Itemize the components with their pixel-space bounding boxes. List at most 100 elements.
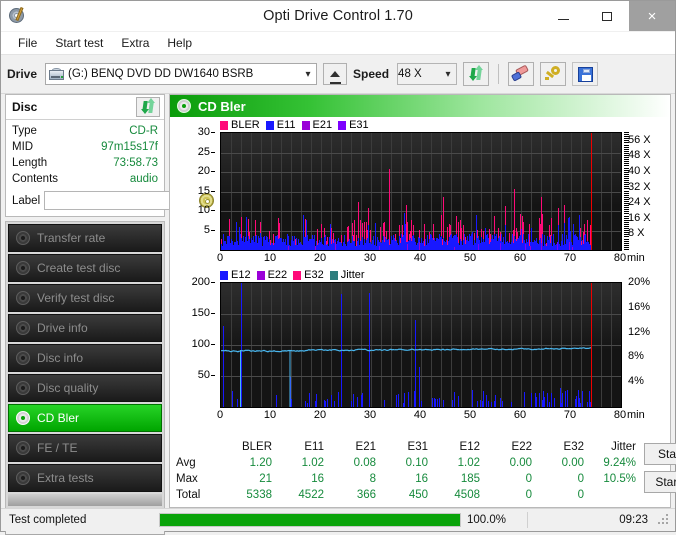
- disc-refresh-button[interactable]: [136, 97, 160, 117]
- disc-test-icon: [16, 351, 30, 365]
- sidebar-item-create-test-disc[interactable]: Create test disc: [8, 254, 162, 282]
- stats-table: BLER E11 E21 E31 E12 E22 E32 Jitter Avg …: [176, 439, 636, 503]
- disc-row-key: Length: [12, 157, 48, 169]
- y2-tick-label: 24 X: [628, 196, 651, 209]
- drive-select[interactable]: (G:) BENQ DVD DD DW1640 BSRB ▾: [45, 63, 318, 85]
- sidebar-item-label: Extra tests: [37, 471, 94, 485]
- save-icon: [577, 66, 593, 82]
- menu-extra[interactable]: Extra: [112, 34, 158, 52]
- y-tick-label: 15: [197, 184, 210, 197]
- content-title: CD Bler: [198, 98, 246, 114]
- toolbar-divider: [498, 64, 500, 84]
- speed-select-value: 48 X: [398, 68, 422, 80]
- stats-row-label: Total: [176, 489, 201, 501]
- y-tick-label: 200: [191, 276, 210, 288]
- disc-row-contents: Contents audio: [12, 171, 158, 187]
- save-button[interactable]: [572, 62, 599, 86]
- sidebar-item-disc-info[interactable]: Disc info: [8, 344, 162, 372]
- sidebar-item-verify-test-disc[interactable]: Verify test disc: [8, 284, 162, 312]
- cd-bler-y-axis-left: 5 10 15 20 25 30: [174, 126, 216, 251]
- window-title: Opti Drive Control 1.70: [263, 8, 413, 24]
- disc-row-value: CD-R: [129, 125, 158, 137]
- x-tick-label: 40: [413, 252, 427, 264]
- cd-e12-plot[interactable]: [220, 282, 622, 408]
- stats-col-e11: E11: [304, 441, 324, 453]
- disc-test-icon: [16, 441, 30, 455]
- drive-label: Drive: [7, 67, 38, 81]
- sidebar-item-fe-te[interactable]: FE / TE: [8, 434, 162, 462]
- disc-row-mid: MID 97m15s17f: [12, 139, 158, 155]
- y-tick-label: 20: [197, 165, 210, 177]
- menu-start-test[interactable]: Start test: [46, 34, 112, 52]
- cd-e12-y-axis-left: 50 100 150 200: [174, 276, 216, 408]
- key-icon: [545, 66, 561, 82]
- start-full-button[interactable]: Start full: [644, 443, 676, 465]
- sidebar: Disc Type CD-R MID 97m15s17f Length 73:5…: [5, 94, 216, 535]
- x-tick-label: 60: [513, 252, 527, 264]
- y-tick: [211, 344, 215, 345]
- sidebar-item-drive-info[interactable]: Drive info: [8, 314, 162, 342]
- cd-bler-plot-wrap: 5 10 15 20 25 30 8 X 16 X 24 X 32 X 40 X 48 X 56 X: [174, 126, 666, 251]
- marker-line: [591, 283, 592, 407]
- menu-file[interactable]: File: [9, 34, 46, 52]
- sidebar-item-cd-bler[interactable]: CD Bler: [8, 404, 162, 432]
- content-panel: CD Bler BLER E11 E21 E31 5 10 15 20 25 3…: [169, 94, 676, 508]
- stats-col-e31: E31: [407, 441, 428, 453]
- y2-tick-label: 56 X: [628, 133, 651, 146]
- legend-label-jitter: Jitter: [340, 269, 365, 281]
- y2-tick-label: 4%: [628, 375, 644, 388]
- stats-cell: 0: [577, 473, 584, 485]
- x-tick-label: 20: [313, 409, 327, 421]
- stats-cell: 21: [259, 473, 272, 485]
- grid-line: [221, 211, 621, 212]
- x-tick-label: 40: [413, 409, 427, 421]
- sidebar-item-label: Verify test disc: [37, 291, 115, 305]
- y-tick: [211, 313, 215, 314]
- progress-percent: 100.0%: [467, 514, 507, 526]
- y2-tick-label: 16%: [628, 300, 651, 313]
- speed-select[interactable]: 48 X ▾: [397, 63, 458, 85]
- x-tick-label: 10: [263, 409, 277, 421]
- refresh-button[interactable]: [463, 62, 490, 86]
- x-tick-label: 60: [513, 409, 527, 421]
- x-tick-label: 30: [363, 409, 377, 421]
- x-tick-label: 80: [613, 252, 627, 264]
- sidebar-item-transfer-rate[interactable]: Transfer rate: [8, 224, 162, 252]
- menu-help[interactable]: Help: [158, 34, 201, 52]
- stats-row-max: Max 21 16 8 16 185 0 0 10.5%: [176, 471, 636, 487]
- eject-button[interactable]: [323, 63, 348, 85]
- y2-tick-label: 8 X: [628, 227, 645, 240]
- legend-swatch-e32: [293, 270, 302, 280]
- grid-line: [221, 172, 621, 173]
- disc-test-icon: [16, 471, 30, 485]
- sidebar-item-extra-tests[interactable]: Extra tests: [8, 464, 162, 492]
- test-buttons: Start full Start part: [636, 439, 676, 493]
- start-part-button[interactable]: Start part: [644, 471, 676, 493]
- disc-panel-header: Disc: [6, 95, 164, 120]
- sidebar-item-disc-quality[interactable]: Disc quality: [8, 374, 162, 402]
- y-tick: [211, 282, 215, 283]
- stats-cell: 0: [525, 473, 532, 485]
- stats-cell: 185: [460, 473, 480, 485]
- progress-bar: [159, 513, 461, 527]
- stats-cell: 1.20: [249, 457, 272, 469]
- x-tick-label: 0: [216, 409, 224, 421]
- disc-row-key: Type: [12, 125, 37, 137]
- stats-cell: 9.24%: [603, 457, 636, 469]
- stats-area: BLER E11 E21 E31 E12 E22 E32 Jitter Avg …: [170, 436, 676, 507]
- key-button[interactable]: [540, 62, 567, 86]
- disc-panel: Disc Type CD-R MID 97m15s17f Length 73:5…: [5, 94, 216, 217]
- y2-tick-label: 48 X: [628, 149, 651, 162]
- erase-button[interactable]: [508, 62, 535, 86]
- legend-label-e32: E32: [304, 269, 324, 281]
- y-tick-label: 25: [197, 145, 210, 158]
- cd-test-icon: [177, 99, 191, 113]
- status-bar: Test completed 100.0% 09:23: [1, 508, 675, 531]
- resize-grip[interactable]: [658, 514, 670, 526]
- x-tick-label: 70: [563, 252, 577, 264]
- stats-cell: 4522: [298, 489, 324, 501]
- cd-bler-plot[interactable]: [220, 132, 622, 251]
- y2-tick-label: 32 X: [628, 180, 651, 193]
- stats-row-total: Total 5338 4522 366 450 4508 0 0: [176, 487, 636, 503]
- stats-cell: 1.02: [301, 457, 324, 469]
